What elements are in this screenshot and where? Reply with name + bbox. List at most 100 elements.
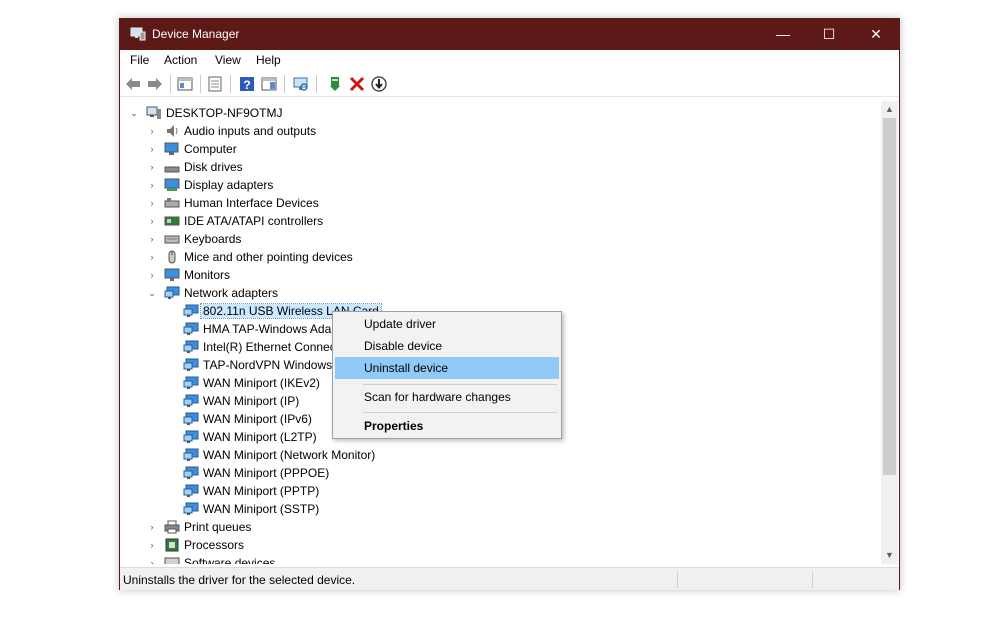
menu-file[interactable]: File [130,53,149,67]
device-label: WAN Miniport (SSTP) [203,502,320,516]
device-label: Intel(R) Ethernet Connec [203,340,336,354]
tree-category[interactable]: › Keyboards [123,230,863,248]
tree-category[interactable]: › Computer [123,140,863,158]
keyboard-icon [164,235,180,244]
tree-category-network-adapters[interactable]: ⌄ Network adapters [123,284,863,302]
device-item[interactable]: WAN Miniport (PPTP) [123,482,863,500]
tree-category[interactable]: › IDE ATA/ATAPI controllers [123,212,863,230]
device-label: WAN Miniport (IKEv2) [203,376,320,390]
tree-root[interactable]: ⌄ DESKTOP-NF9OTMJ [123,104,863,122]
toolbar-separator [316,75,317,93]
expand-icon[interactable]: › [147,125,157,137]
scan-hardware-icon[interactable] [292,75,310,93]
close-button[interactable]: ✕ [853,19,899,50]
tree-category[interactable]: › Mice and other pointing devices [123,248,863,266]
category-label: IDE ATA/ATAPI controllers [184,214,324,228]
processor-icon [165,538,179,552]
maximize-button[interactable]: ☐ [806,19,852,50]
collapse-icon[interactable]: ⌄ [147,287,157,299]
device-item[interactable]: WAN Miniport (SSTP) [123,500,863,518]
menu-item-scan-hardware[interactable]: Scan for hardware changes [335,386,559,408]
printer-icon [164,520,180,534]
computer-icon [146,106,161,119]
network-adapter-icon [183,340,199,353]
menu-item-properties[interactable]: Properties [335,415,559,437]
network-adapter-icon [183,304,199,317]
expand-icon[interactable]: › [147,233,157,245]
vertical-scrollbar[interactable]: ▲ ▼ [881,101,898,564]
toolbar-separator [230,75,231,93]
network-adapter-icon [164,286,180,299]
menu-help[interactable]: Help [256,53,281,67]
scroll-down-icon[interactable]: ▼ [881,547,898,564]
category-label: Network adapters [184,286,279,300]
category-label: Print queues [184,520,252,534]
category-label: Software devices [184,556,276,564]
help-icon[interactable]: ? [238,75,256,93]
device-item[interactable]: WAN Miniport (Network Monitor) [123,446,863,464]
menu-item-uninstall-device[interactable]: Uninstall device [335,357,559,379]
monitor-icon [164,268,180,281]
expand-icon[interactable]: › [147,251,157,263]
scroll-thumb[interactable] [883,118,896,475]
expand-icon[interactable]: › [147,557,157,564]
menu-action[interactable]: Action [164,53,197,67]
status-bar: Uninstalls the driver for the selected d… [120,567,899,590]
action-pane-icon[interactable] [260,75,278,93]
collapse-icon[interactable]: ⌄ [129,107,139,119]
tree-category[interactable]: › Disk drives [123,158,863,176]
computer-icon [164,142,179,155]
update-driver-icon[interactable] [326,75,344,93]
expand-icon[interactable]: › [147,179,157,191]
toolbar: ? [120,71,899,97]
disable-device-icon[interactable] [370,75,388,93]
category-label: Audio inputs and outputs [184,124,317,138]
tree-category[interactable]: › Monitors [123,266,863,284]
device-item[interactable]: WAN Miniport (PPPOE) [123,464,863,482]
network-adapter-icon [183,394,199,407]
tree-category[interactable]: › Processors [123,536,863,554]
expand-icon[interactable]: › [147,269,157,281]
category-label: Mice and other pointing devices [184,250,353,264]
device-manager-icon [130,27,146,41]
disk-drive-icon [164,166,180,173]
toolbar-separator [284,75,285,93]
tree-category[interactable]: › Print queues [123,518,863,536]
tree-category[interactable]: › Display adapters [123,176,863,194]
menu-item-update-driver[interactable]: Update driver [335,313,559,335]
context-menu: Update driver Disable device Uninstall d… [332,311,562,439]
display-adapter-icon [164,178,180,191]
tree-category[interactable]: › Audio inputs and outputs [123,122,863,140]
menu-view[interactable]: View [215,53,241,67]
minimize-button[interactable]: — [760,19,806,50]
device-label: WAN Miniport (Network Monitor) [203,448,376,462]
uninstall-icon[interactable] [348,75,366,93]
menu-item-disable-device[interactable]: Disable device [335,335,559,357]
software-device-icon [164,557,180,564]
expand-icon[interactable]: › [147,197,157,209]
network-adapter-icon [183,484,199,497]
category-label: Processors [184,538,245,552]
status-text: Uninstalls the driver for the selected d… [123,573,356,587]
device-label: WAN Miniport (IP) [203,394,300,408]
hid-icon [164,198,180,208]
properties-icon[interactable] [206,75,224,93]
expand-icon[interactable]: › [147,215,157,227]
expand-icon[interactable]: › [147,539,157,551]
expand-icon[interactable]: › [147,143,157,155]
forward-icon[interactable] [146,75,164,93]
device-label: TAP-NordVPN Windows [203,358,333,372]
status-divider [677,571,678,588]
toolbar-separator [170,75,171,93]
category-label: Monitors [184,268,231,282]
show-hide-console-tree-icon[interactable] [176,75,194,93]
expand-icon[interactable]: › [147,161,157,173]
tree-category[interactable]: › Software devices [123,554,863,564]
network-adapter-icon [183,430,199,443]
tree-category[interactable]: › Human Interface Devices [123,194,863,212]
expand-icon[interactable]: › [147,521,157,533]
category-label: Computer [184,142,237,156]
title-bar[interactable]: Device Manager — ☐ ✕ [120,19,899,50]
back-icon[interactable] [124,75,142,93]
scroll-up-icon[interactable]: ▲ [881,101,898,118]
